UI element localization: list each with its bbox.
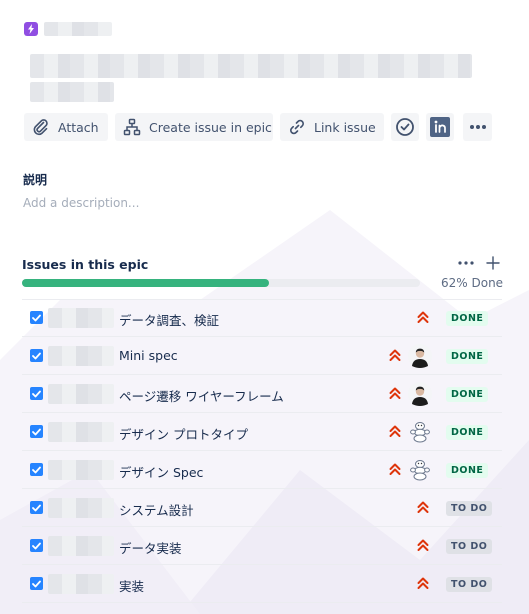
- issue-summary[interactable]: Mini spec: [119, 348, 178, 363]
- priority-highest-icon: [416, 309, 430, 325]
- hierarchy-icon: [123, 118, 141, 136]
- epic-key-redacted[interactable]: [44, 22, 112, 36]
- checkbox-checked-icon[interactable]: [30, 311, 43, 324]
- status-badge[interactable]: DONE: [446, 463, 489, 478]
- description-label: 説明: [23, 173, 48, 187]
- invision-button[interactable]: [426, 113, 454, 141]
- issue-row[interactable]: データ調査、検証 DONE: [22, 299, 502, 337]
- description-input[interactable]: Add a description...: [23, 196, 139, 210]
- status-badge[interactable]: DONE: [446, 349, 489, 364]
- issue-row[interactable]: ページ遷移 ワイヤーフレーム DONE: [22, 375, 502, 413]
- issue-key-redacted[interactable]: [48, 574, 114, 594]
- status-badge[interactable]: DONE: [446, 387, 489, 402]
- issue-key-redacted[interactable]: [48, 460, 114, 480]
- issues-more-icon[interactable]: [455, 254, 477, 272]
- add-issue-plus-icon[interactable]: [484, 254, 502, 272]
- issue-row[interactable]: デザイン プロトタイプ DONE: [22, 413, 502, 451]
- priority-highest-icon: [416, 575, 430, 591]
- assignee-avatar[interactable]: [408, 344, 432, 368]
- issue-key-redacted[interactable]: [48, 422, 114, 442]
- issue-row[interactable]: Mini spec DONE: [22, 337, 502, 375]
- priority-highest-icon: [416, 537, 430, 553]
- status-badge[interactable]: TO DO: [446, 501, 493, 516]
- issue-row[interactable]: システム設計 TO DO: [22, 489, 502, 527]
- epic-title-redacted-line2[interactable]: [30, 82, 114, 102]
- issue-row[interactable]: データ実装 TO DO: [22, 527, 502, 565]
- epic-progress-text: 62% Done: [441, 276, 504, 290]
- priority-highest-icon: [416, 499, 430, 515]
- create-issue-label: Create issue in epic: [149, 119, 272, 135]
- issue-key-redacted[interactable]: [48, 384, 114, 404]
- create-issue-in-epic-button[interactable]: Create issue in epic: [115, 113, 273, 141]
- checkbox-checked-icon[interactable]: [30, 463, 43, 476]
- status-badge[interactable]: TO DO: [446, 577, 493, 592]
- invision-icon: [430, 117, 450, 137]
- attach-label: Attach: [58, 119, 99, 135]
- epic-progress-bar: [22, 279, 420, 287]
- paperclip-icon: [33, 119, 48, 136]
- link-icon: [290, 119, 304, 135]
- epic-progress-fill: [22, 279, 269, 287]
- checkbox-checked-icon[interactable]: [30, 387, 43, 400]
- assignee-avatar[interactable]: [408, 382, 432, 406]
- issue-summary[interactable]: 実装: [119, 576, 144, 595]
- issue-summary[interactable]: デザイン Spec: [119, 462, 203, 481]
- priority-highest-icon: [388, 347, 402, 363]
- issue-summary[interactable]: データ実装: [119, 538, 182, 557]
- checkbox-checked-icon[interactable]: [30, 349, 43, 362]
- priority-highest-icon: [388, 385, 402, 401]
- issue-summary[interactable]: デザイン プロトタイプ: [119, 424, 248, 443]
- epic-lightning-icon[interactable]: [24, 22, 38, 36]
- issue-summary[interactable]: データ調査、検証: [119, 310, 219, 329]
- priority-highest-icon: [388, 423, 402, 439]
- issue-row[interactable]: 実装 TO DO: [22, 565, 502, 603]
- check-circle-icon: [396, 118, 414, 136]
- epic-title-redacted[interactable]: [30, 54, 472, 78]
- issue-row[interactable]: デザイン Spec DONE: [22, 451, 502, 489]
- link-issue-button[interactable]: Link issue: [280, 113, 384, 141]
- checkbox-checked-icon[interactable]: [30, 501, 43, 514]
- issue-summary[interactable]: システム設計: [119, 500, 194, 519]
- assignee-avatar-mascot[interactable]: [408, 420, 432, 444]
- status-badge[interactable]: TO DO: [446, 539, 493, 554]
- assignee-avatar-mascot[interactable]: [408, 458, 432, 482]
- more-icon: [469, 125, 486, 129]
- checkbox-checked-icon[interactable]: [30, 425, 43, 438]
- attach-button[interactable]: Attach: [24, 113, 108, 141]
- link-issue-label: Link issue: [314, 119, 376, 135]
- status-badge[interactable]: DONE: [446, 425, 489, 440]
- checkbox-checked-icon[interactable]: [30, 577, 43, 590]
- more-actions-button[interactable]: [463, 113, 492, 141]
- issue-key-redacted[interactable]: [48, 308, 114, 328]
- issue-summary[interactable]: ページ遷移 ワイヤーフレーム: [119, 386, 284, 405]
- issue-key-redacted[interactable]: [48, 346, 114, 366]
- issue-key-redacted[interactable]: [48, 536, 114, 556]
- priority-highest-icon: [388, 461, 402, 477]
- issue-key-redacted[interactable]: [48, 498, 114, 518]
- check-circle-button[interactable]: [391, 113, 419, 141]
- child-issues-table: データ調査、検証 DONE Mini spec DONE ページ遷移 ワイヤーフレーム D…: [22, 299, 502, 603]
- status-badge[interactable]: DONE: [446, 311, 489, 326]
- checkbox-checked-icon[interactable]: [30, 539, 43, 552]
- issues-in-epic-title: Issues in this epic: [22, 257, 149, 272]
